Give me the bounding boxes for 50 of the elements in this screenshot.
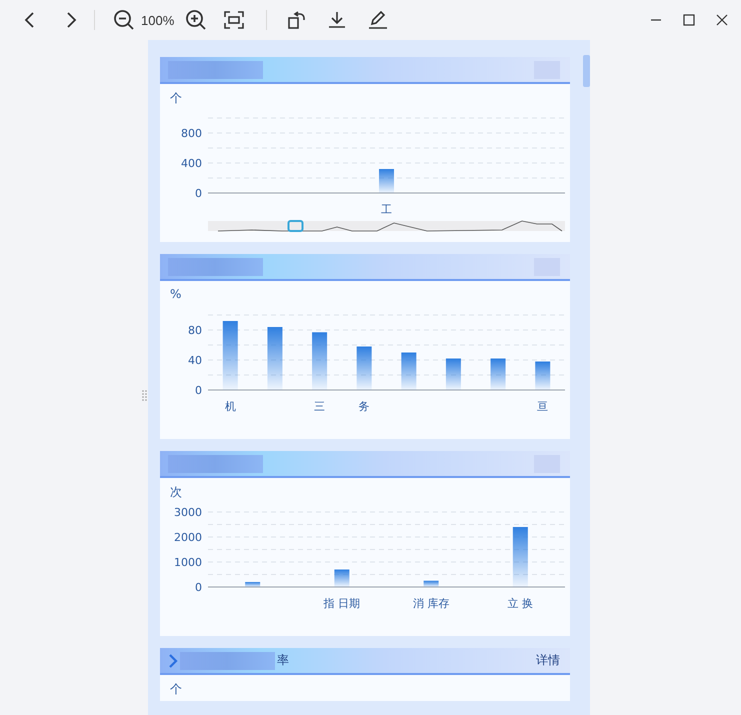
download-icon[interactable]	[328, 11, 346, 29]
bar	[334, 570, 350, 587]
rotate-icon[interactable]	[288, 11, 306, 29]
drag-handle-icon[interactable]	[142, 390, 147, 402]
bar	[312, 332, 328, 390]
bar	[222, 321, 238, 390]
axis-tick-label: 0	[195, 187, 202, 200]
zoom-in-icon[interactable]	[185, 9, 208, 31]
scrollbar-thumb	[583, 55, 590, 87]
bar	[379, 169, 394, 193]
bar	[535, 362, 550, 390]
unit-label: %	[170, 287, 182, 303]
chevron-icon	[168, 652, 178, 668]
category-label: 机	[224, 400, 236, 413]
category-label: 务	[358, 400, 370, 413]
axis-tick-label: 3000	[174, 506, 202, 519]
section-title: 率	[277, 652, 289, 669]
fit-screen-icon[interactable]	[224, 11, 244, 29]
details-link[interactable]: 详情	[536, 652, 560, 669]
axis-tick-label: 0	[195, 384, 202, 397]
bar	[490, 358, 506, 390]
bar	[245, 582, 260, 587]
unit-label: 个	[170, 90, 183, 106]
axis-tick-label: 1000	[174, 556, 202, 569]
axis-tick-label: 0	[195, 581, 202, 594]
category-label: 立 换	[508, 597, 534, 610]
axis-tick-label: 800	[181, 127, 202, 140]
bar	[401, 352, 416, 390]
category-label: 亘	[537, 400, 548, 413]
category-label: 三	[314, 400, 326, 413]
bar	[267, 327, 282, 390]
category-label: 消 库存	[412, 597, 450, 610]
close-icon[interactable]	[716, 14, 728, 26]
bar	[512, 527, 528, 587]
zoom-out-icon[interactable]	[113, 9, 135, 31]
bar	[356, 346, 372, 390]
maximize-icon[interactable]	[683, 14, 695, 26]
axis-tick-label: 2000	[174, 531, 202, 544]
zoom-slider[interactable]	[208, 220, 565, 232]
bar	[446, 358, 461, 390]
zoom-level: 100%	[141, 12, 174, 28]
unit-label: 个	[170, 681, 183, 697]
axis-tick-label: 40	[188, 354, 202, 367]
edit-icon[interactable]	[368, 11, 388, 29]
axis-tick-label: 400	[181, 157, 202, 170]
category-label: 指 日期	[324, 597, 360, 610]
category-label: 工	[381, 203, 392, 216]
axis-tick-label: 80	[188, 324, 202, 337]
unit-label: 次	[170, 484, 183, 500]
bar	[424, 580, 439, 587]
